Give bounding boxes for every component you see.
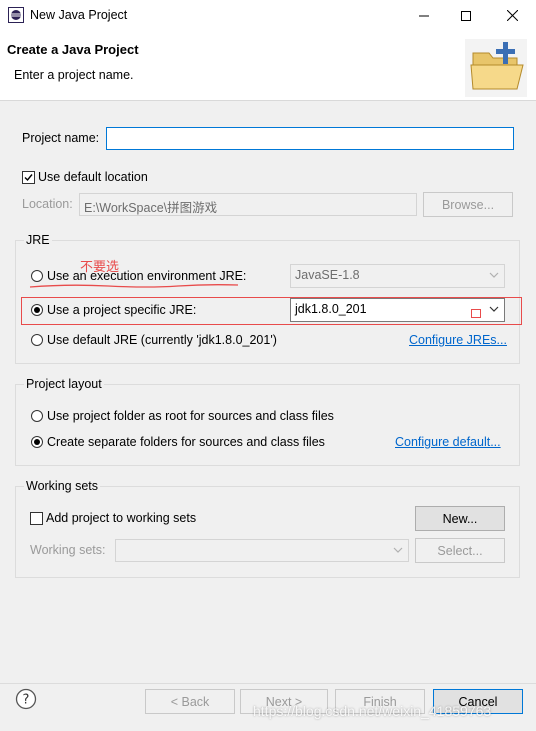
- default-jre-radio[interactable]: [31, 334, 43, 346]
- execution-env-value: JavaSE-1.8: [295, 268, 360, 282]
- working-sets-group-label: Working sets: [24, 479, 101, 493]
- project-specific-jre-radio[interactable]: [31, 304, 43, 316]
- help-icon: ?: [15, 688, 37, 710]
- small-marker: [471, 309, 481, 318]
- project-specific-jre-label: Use a project specific JRE:: [47, 303, 197, 317]
- new-working-set-button[interactable]: New...: [415, 506, 505, 531]
- svg-text:?: ?: [23, 693, 30, 708]
- title-bar[interactable]: New Java Project: [0, 0, 536, 31]
- project-layout-group-label: Project layout: [24, 377, 104, 391]
- wizard-header: Create a Java Project Enter a project na…: [0, 31, 536, 101]
- use-default-location-label: Use default location: [38, 170, 148, 184]
- maximize-button[interactable]: [444, 0, 488, 31]
- radio-dot: [34, 439, 40, 445]
- back-button[interactable]: < Back: [145, 689, 235, 714]
- minimize-button[interactable]: [402, 0, 446, 31]
- close-icon: [506, 10, 518, 21]
- page-description: Enter a project name.: [14, 68, 134, 82]
- execution-env-label: Use an execution environment JRE:: [47, 269, 247, 283]
- layout-separate-radio[interactable]: [31, 436, 43, 448]
- layout-separate-label: Create separate folders for sources and …: [47, 435, 325, 449]
- jre-group-label: JRE: [24, 233, 52, 247]
- watermark: https://blog.csdn.net/weixin_41859763: [253, 703, 492, 719]
- minimize-icon: [419, 15, 429, 16]
- default-jre-label: Use default JRE (currently 'jdk1.8.0_201…: [47, 333, 277, 347]
- chevron-down-icon: [393, 547, 403, 553]
- layout-root-radio[interactable]: [31, 410, 43, 422]
- working-sets-combo[interactable]: [115, 539, 409, 562]
- project-layout-group: [15, 384, 520, 466]
- working-sets-group: [15, 486, 520, 578]
- project-specific-jre-combo[interactable]: jdk1.8.0_201: [290, 298, 505, 322]
- location-input[interactable]: E:\WorkSpace\拼图游戏: [79, 193, 417, 216]
- execution-env-combo[interactable]: JavaSE-1.8: [290, 264, 505, 288]
- browse-button[interactable]: Browse...: [423, 192, 513, 217]
- execution-env-radio[interactable]: [31, 270, 43, 282]
- select-working-sets-button[interactable]: Select...: [415, 538, 505, 563]
- add-to-working-sets-label: Add project to working sets: [46, 511, 197, 525]
- project-name-input[interactable]: [106, 127, 514, 150]
- configure-jres-link[interactable]: Configure JREs...: [409, 333, 507, 347]
- configure-default-link[interactable]: Configure default...: [395, 435, 501, 449]
- footer-separator: [0, 683, 536, 684]
- use-default-location-checkbox[interactable]: [22, 171, 35, 184]
- chevron-down-icon: [489, 306, 499, 312]
- checkmark-icon: [24, 174, 33, 182]
- chevron-down-icon: [489, 272, 499, 278]
- new-project-folder-icon: [465, 39, 527, 97]
- help-button[interactable]: ?: [15, 688, 37, 710]
- close-button[interactable]: [490, 0, 534, 31]
- eclipse-icon: [8, 7, 24, 23]
- location-label: Location:: [22, 197, 73, 211]
- window-title: New Java Project: [30, 8, 128, 22]
- annotation-underline: [29, 284, 239, 288]
- page-title: Create a Java Project: [7, 42, 139, 57]
- add-to-working-sets-checkbox[interactable]: [30, 512, 43, 525]
- radio-dot: [34, 307, 40, 313]
- layout-root-label: Use project folder as root for sources a…: [47, 409, 334, 423]
- working-sets-label: Working sets:: [30, 543, 106, 557]
- maximize-icon: [461, 10, 471, 21]
- project-name-label: Project name:: [22, 131, 100, 145]
- project-specific-jre-value: jdk1.8.0_201: [295, 302, 367, 316]
